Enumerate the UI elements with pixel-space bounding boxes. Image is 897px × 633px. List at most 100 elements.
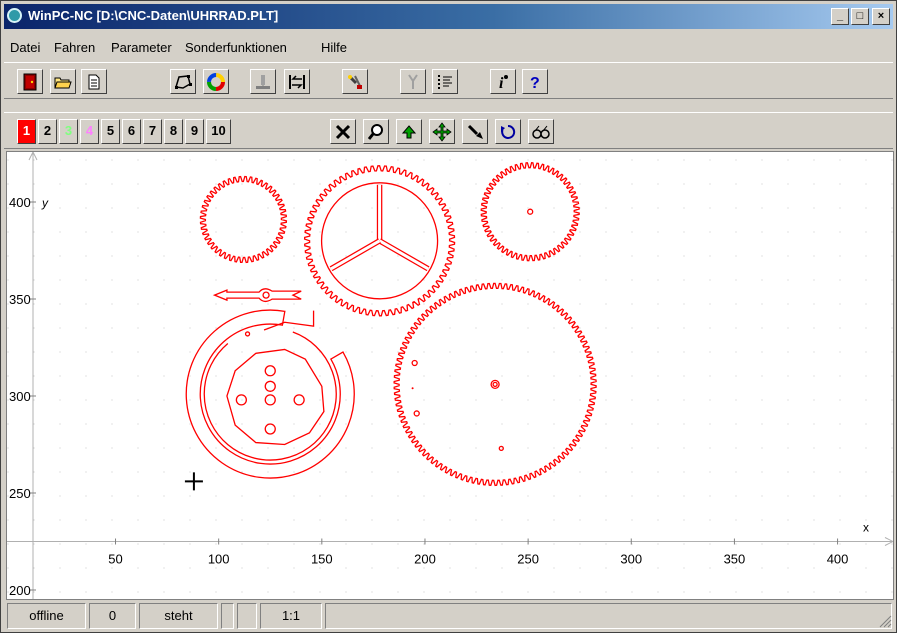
layer-8-button[interactable]: 8 — [164, 119, 183, 144]
maximize-button[interactable]: □ — [851, 8, 869, 25]
y-tick-label: 200 — [9, 583, 31, 598]
layer-6-button[interactable]: 6 — [122, 119, 141, 144]
minimize-button[interactable]: _ — [831, 8, 849, 25]
zoom-button[interactable] — [363, 119, 389, 144]
info-button[interactable]: i — [490, 69, 516, 94]
document-icon — [88, 74, 100, 89]
layer-toolbar: 1 2 3 4 5 6 7 8 9 10 — [4, 112, 893, 149]
x-tick-label: 200 — [414, 552, 436, 567]
layer-5-button[interactable]: 5 — [101, 119, 120, 144]
swap-button[interactable] — [284, 69, 310, 94]
list-button[interactable] — [432, 69, 458, 94]
main-toolbar: i ? — [4, 62, 893, 99]
preview-button[interactable] — [528, 119, 554, 144]
application-window: WinPC-NC [D:\CNC-Daten\UHRRAD.PLT] _ □ ×… — [0, 0, 897, 633]
resize-grip-icon[interactable] — [878, 614, 892, 628]
document-button[interactable] — [81, 69, 107, 94]
close-button[interactable]: × — [872, 8, 890, 25]
gear-large-hole — [413, 410, 420, 417]
tools-button[interactable] — [342, 69, 368, 94]
x-tick-label: 50 — [108, 552, 122, 567]
x-axis-label: x — [863, 521, 869, 535]
status-scale: 1:1 — [260, 603, 322, 629]
status-field-a — [221, 603, 234, 629]
ring-hole — [244, 331, 251, 337]
gear-large-hole — [498, 445, 504, 452]
preview-glasses-icon — [532, 125, 550, 139]
swap-icon — [289, 74, 305, 89]
gear-small-left — [199, 175, 288, 264]
app-icon[interactable] — [7, 8, 22, 23]
plot-svg[interactable]: 50 100 150 200 250 300 350 400 400 350 300 250 200 x y — [7, 152, 893, 599]
y-axis-label: y — [41, 196, 49, 210]
clear-button[interactable] — [330, 119, 356, 144]
plate-hole — [264, 380, 276, 392]
layer-9-button[interactable]: 9 — [185, 119, 204, 144]
help-icon: ? — [530, 75, 540, 91]
layer-10-button[interactable]: 10 — [206, 119, 231, 144]
plate-hole — [264, 365, 276, 377]
layer-2-button[interactable]: 2 — [38, 119, 57, 144]
machine-button[interactable] — [250, 69, 276, 94]
color-wheel-icon — [207, 72, 225, 91]
x-tick-label: 250 — [517, 552, 539, 567]
title-bar[interactable]: WinPC-NC [D:\CNC-Daten\UHRRAD.PLT] _ □ × — [4, 4, 893, 29]
open-folder-icon — [54, 77, 72, 88]
clock-hand-hole — [262, 291, 270, 299]
x-tick-label: 300 — [620, 552, 642, 567]
menu-hilfe[interactable]: Hilfe — [321, 40, 347, 55]
exit-button[interactable] — [17, 69, 43, 94]
color-wheel-button[interactable] — [203, 69, 229, 94]
gear-large — [393, 282, 597, 487]
gear-large-hole — [411, 359, 418, 367]
x-tick-label: 350 — [724, 552, 746, 567]
ring-tab — [263, 310, 315, 331]
list-icon — [438, 74, 452, 89]
y-tick-label: 250 — [9, 486, 31, 501]
gear-large-dot — [411, 387, 414, 390]
plate-hole — [235, 394, 248, 406]
layer-4-button[interactable]: 4 — [80, 119, 99, 144]
plot-canvas[interactable]: 50 100 150 200 250 300 350 400 400 350 300 250 200 x y — [6, 151, 894, 600]
plate-hole — [264, 394, 276, 406]
clear-icon — [335, 124, 351, 139]
polygon-button[interactable] — [170, 69, 196, 94]
menu-datei[interactable]: Datei — [10, 40, 40, 55]
move-icon — [432, 121, 452, 142]
menu-parameter[interactable]: Parameter — [111, 40, 172, 55]
menu-bar: Datei Fahren Parameter Sonderfunktionen … — [4, 31, 893, 61]
status-bar: offline 0 steht 1:1 — [6, 603, 894, 630]
status-field-b — [237, 603, 257, 629]
move-up-button[interactable] — [396, 119, 422, 144]
refresh-button[interactable] — [495, 119, 521, 144]
open-button[interactable] — [50, 69, 76, 94]
tools-icon — [347, 74, 362, 89]
status-counter: 0 — [89, 603, 136, 629]
layer-1-button[interactable]: 1 — [17, 119, 36, 144]
svg-text:?: ? — [530, 75, 540, 91]
up-arrow-icon — [401, 124, 417, 138]
layer-3-button[interactable]: 3 — [59, 119, 78, 144]
tool-change-button[interactable] — [400, 69, 426, 94]
exit-door-icon — [23, 73, 37, 90]
help-button[interactable]: ? — [522, 69, 548, 94]
gear-large-hub-inner — [492, 381, 498, 388]
clock-hand — [212, 288, 302, 303]
pointer-button[interactable] — [462, 119, 488, 144]
y-tick-label: 350 — [9, 292, 31, 307]
status-message — [325, 603, 892, 629]
gear-spoke-inner — [378, 239, 429, 271]
menu-sonderfunktionen[interactable]: Sonderfunktionen — [185, 40, 287, 55]
svg-text:i: i — [499, 75, 504, 91]
x-tick-label: 100 — [208, 552, 230, 567]
y-tick-label: 400 — [9, 195, 31, 210]
gear-large-hub — [490, 379, 500, 390]
machine-icon — [256, 74, 270, 89]
plate-hole — [264, 423, 276, 435]
pointer-icon — [467, 124, 483, 139]
menu-fahren[interactable]: Fahren — [54, 40, 95, 55]
info-icon: i — [499, 74, 508, 91]
layer-7-button[interactable]: 7 — [143, 119, 162, 144]
move-button[interactable] — [429, 119, 455, 144]
window-title: WinPC-NC [D:\CNC-Daten\UHRRAD.PLT] — [28, 8, 279, 23]
